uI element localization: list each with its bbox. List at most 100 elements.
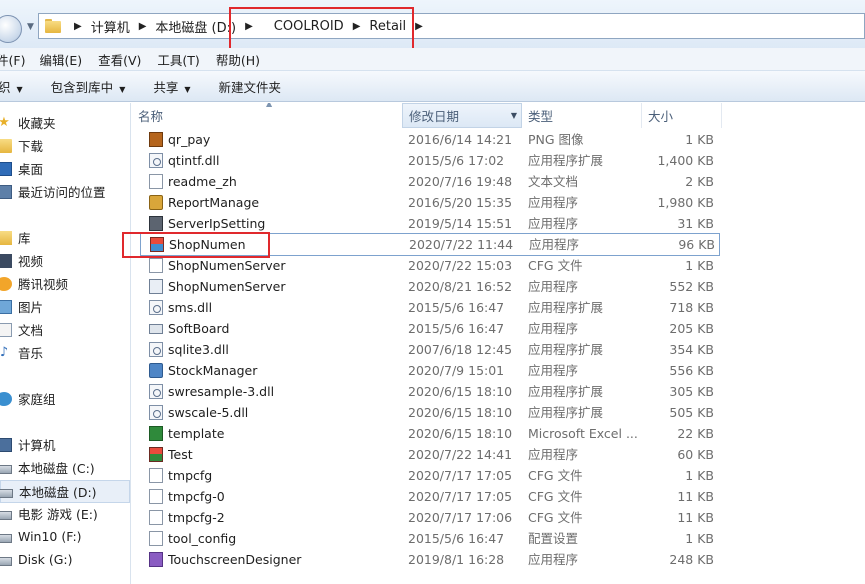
app-icon [149,216,163,231]
file-type: 应用程序 [528,195,579,210]
stock-icon [149,363,163,378]
column-header-date[interactable]: 修改日期 ▼ [402,103,522,128]
file-name: tool_config [168,531,237,546]
nav-label: 音乐 [18,346,44,361]
file-row[interactable]: TouchscreenDesigner 2019/8/1 16:28 应用程序 248… [140,549,720,570]
include-in-library-button[interactable]: 包含到库中 ▼ [51,77,126,96]
file-row[interactable]: qtintf.dll 2015/5/6 17:02 应用程序扩展 1,400 KB [140,150,720,171]
file-row[interactable]: sqlite3.dll 2007/6/18 12:45 应用程序扩展 354 KB [140,339,720,360]
file-size: 11 KB [677,510,714,525]
organize-button[interactable]: 织 ▼ [0,77,23,96]
annotation-highlight-file [122,232,270,258]
annotation-highlight-address [229,7,414,52]
column-header-type[interactable]: 类型 [522,103,642,128]
file-size: 1 KB [685,132,714,147]
file-date: 2020/7/17 17:06 [408,510,513,525]
excel-icon [149,426,163,441]
nav-downloads[interactable]: 下载 [0,135,130,156]
file-size: 505 KB [669,405,714,420]
nav-label: 最近访问的位置 [18,185,106,200]
file-date: 2016/6/14 14:21 [408,132,513,147]
cfg-icon [149,510,163,525]
file-row[interactable]: SoftBoard 2015/5/6 16:47 应用程序 205 KB [140,318,720,339]
nav-music[interactable]: ♪ 音乐 [0,342,130,363]
menu-help[interactable]: 帮助(H) [216,50,260,69]
nav-drive-c[interactable]: 本地磁盘 (C:) [0,457,130,478]
nav-drive-e[interactable]: 电影 游戏 (E:) [0,503,130,524]
cfg-icon [149,258,163,273]
file-date: 2020/7/9 15:01 [408,363,505,378]
nav-drive-g[interactable]: Disk (G:) [0,549,130,570]
file-row[interactable]: ShopNumenServer 2020/7/22 15:03 CFG 文件 1 KB [140,255,720,276]
history-dropdown-icon[interactable]: ▼ [27,22,34,32]
file-row[interactable]: tmpcfg-0 2020/7/17 17:05 CFG 文件 11 KB [140,486,720,507]
file-row[interactable]: swscale-5.dll 2020/6/15 18:10 应用程序扩展 505 KB [140,402,720,423]
nav-libraries[interactable]: 库 [0,227,130,248]
file-name: tmpcfg-2 [168,510,225,525]
breadcrumb-computer[interactable]: 计算机 [89,17,132,36]
filter-dropdown-icon[interactable]: ▼ [511,111,517,120]
nav-homegroup[interactable]: 家庭组 [0,388,130,409]
nav-recent-places[interactable]: 最近访问的位置 [0,181,130,202]
nav-label: Win10 (F:) [18,529,82,544]
file-row[interactable]: swresample-3.dll 2020/6/15 18:10 应用程序扩展 305… [140,381,720,402]
address-bar[interactable]: ▶ 计算机 ▶ 本地磁盘 (D:) ▶ COOLROID ▶ Retail ▶ [38,13,865,39]
nav-computer[interactable]: 计算机 [0,434,130,455]
nav-label: 计算机 [18,438,56,453]
column-header-name[interactable]: ▲ 名称 [132,103,402,128]
file-row[interactable]: ServerIpSetting 2019/5/14 15:51 应用程序 31 KB [140,213,720,234]
nav-drive-f[interactable]: Win10 (F:) [0,526,130,547]
nav-desktop[interactable]: 桌面 [0,158,130,179]
column-header-size[interactable]: 大小 [642,103,722,128]
file-date: 2020/7/17 17:05 [408,489,513,504]
file-date: 2020/6/15 18:10 [408,426,513,441]
file-row[interactable]: tmpcfg 2020/7/17 17:05 CFG 文件 1 KB [140,465,720,486]
file-type: 应用程序扩展 [528,300,604,315]
file-type: 应用程序 [528,552,579,567]
nav-drive-d[interactable]: 本地磁盘 (D:) [0,480,130,503]
new-folder-button[interactable]: 新建文件夹 [219,77,282,96]
file-row[interactable]: tmpcfg-2 2020/7/17 17:06 CFG 文件 11 KB [140,507,720,528]
desktop-icon [0,161,12,176]
nav-label: 下载 [18,139,44,154]
nav-label: 电影 游戏 (E:) [18,507,98,522]
file-date: 2016/5/20 15:35 [408,195,513,210]
menu-edit[interactable]: 编辑(E) [39,50,82,69]
file-row[interactable]: StockManager 2020/7/9 15:01 应用程序 556 KB [140,360,720,381]
file-row[interactable]: ReportManage 2016/5/20 15:35 应用程序 1,980 KB [140,192,720,213]
file-name: tmpcfg-0 [168,489,225,504]
file-row[interactable]: tool_config 2015/5/6 16:47 配置设置 1 KB [140,528,720,549]
file-date: 2007/6/18 12:45 [408,342,513,357]
file-name: swscale-5.dll [168,405,249,420]
file-row[interactable]: template 2020/6/15 18:10 Microsoft Excel .… [140,423,720,444]
menu-tools[interactable]: 工具(T) [157,50,199,69]
file-row[interactable]: qr_pay 2016/6/14 14:21 PNG 图像 1 KB [140,129,720,150]
file-name: Test [168,447,193,462]
file-date: 2020/6/15 18:10 [408,405,513,420]
share-button[interactable]: 共享 ▼ [153,77,190,96]
nav-tencent-video[interactable]: 腾讯视频 [0,273,130,294]
nav-pictures[interactable]: 图片 [0,296,130,317]
menu-view[interactable]: 查看(V) [98,50,141,69]
menu-file[interactable]: 件(F) [0,50,25,69]
breadcrumb-arrow-icon[interactable]: ▶ [132,21,154,32]
column-header-label: 大小 [648,109,674,124]
file-type: Microsoft Excel ... [528,426,638,441]
file-name: qtintf.dll [168,153,220,168]
breadcrumb-drive-d[interactable]: 本地磁盘 (D:) [153,17,238,36]
file-row[interactable]: ShopNumenServer 2020/8/21 16:52 应用程序 552 KB [140,276,720,297]
file-row[interactable]: readme_zh 2020/7/16 19:48 文本文档 2 KB [140,171,720,192]
file-type: CFG 文件 [528,258,583,273]
file-date: 2020/7/22 15:03 [408,258,513,273]
command-toolbar: 织 ▼ 包含到库中 ▼ 共享 ▼ 新建文件夹 [0,70,865,102]
nav-documents[interactable]: 文档 [0,319,130,340]
file-row[interactable]: Test 2020/7/22 14:41 应用程序 60 KB [140,444,720,465]
test-app-icon [149,447,163,462]
nav-favorites[interactable]: ★ 收藏夹 [0,112,130,133]
breadcrumb-arrow-icon[interactable]: ▶ [67,21,89,32]
chevron-down-icon: ▼ [16,84,23,94]
nav-videos[interactable]: 视频 [0,250,130,271]
file-date: 2020/7/22 14:41 [408,447,513,462]
file-row[interactable]: sms.dll 2015/5/6 16:47 应用程序扩展 718 KB [140,297,720,318]
back-button[interactable] [0,15,22,43]
